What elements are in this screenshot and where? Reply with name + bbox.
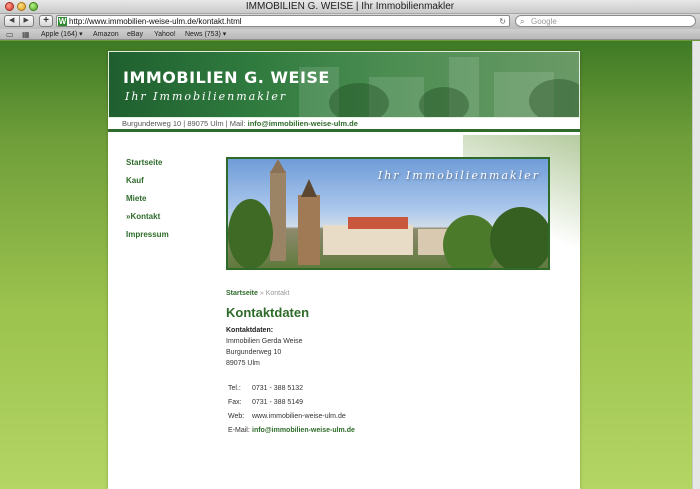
reload-icon[interactable]: ↻ <box>499 16 506 27</box>
email-link[interactable]: info@immobilien-weise-ulm.de <box>252 427 355 434</box>
contact-value: 0731 - 388 5149 <box>252 399 303 406</box>
header-banner: IMMOBILIEN G. WEISE Ihr Immobilienmakler <box>108 51 580 118</box>
add-bookmark-button[interactable]: + <box>39 15 53 27</box>
page-title: Kontaktdaten <box>226 305 310 320</box>
contact-key: E-Mail: <box>228 427 250 434</box>
contact-label: Kontaktdaten: <box>226 327 274 334</box>
contact-row-phone: Tel.: 0731 - 388 5132 <box>226 382 556 396</box>
nav-item-miete[interactable]: Miete <box>126 193 216 211</box>
house <box>323 225 413 255</box>
banner-tree <box>419 87 469 117</box>
vertical-scrollbar[interactable] <box>692 41 700 489</box>
forward-button[interactable]: ▶ <box>20 16 34 26</box>
contact-value: info@immobilien-weise-ulm.de <box>252 424 355 438</box>
page-viewport: IMMOBILIEN G. WEISE Ihr Immobilienmakler… <box>0 41 700 489</box>
contact-value: www.immobilien-weise-ulm.de <box>252 413 346 420</box>
browser-toolbar: ◀ ▶ + W http://www.immobilien-weise-ulm.… <box>0 14 700 29</box>
contact-key: Tel.: <box>228 385 241 392</box>
contact-key: Web: <box>228 413 245 420</box>
contact-table: Tel.: 0731 - 388 5132 Fax: 0731 - 388 51… <box>226 382 556 438</box>
breadcrumb-current: » Kontakt <box>259 290 290 297</box>
house-roof <box>348 217 408 229</box>
site-title: IMMOBILIEN G. WEISE <box>123 68 330 87</box>
address-line: Burgunderweg 10 <box>226 349 282 356</box>
nav-item-impressum[interactable]: Impressum <box>126 229 216 247</box>
search-placeholder[interactable]: Google <box>531 16 557 27</box>
breadcrumb-home-link[interactable]: Startseite <box>226 290 258 297</box>
back-button[interactable]: ◀ <box>5 16 20 26</box>
city-photo: Ihr Immobilienmakler <box>226 157 550 270</box>
contact-key: Fax: <box>228 399 242 406</box>
bookmark-ebay[interactable]: eBay <box>127 29 143 40</box>
window-title: IMMOBILIEN G. WEISE | Ihr Immobilienmakl… <box>245 1 455 12</box>
tree <box>490 207 548 268</box>
tree <box>228 199 273 268</box>
gate-tower <box>298 195 320 265</box>
address-line: 89075 Ulm <box>226 360 260 367</box>
url-text[interactable]: http://www.immobilien-weise-ulm.de/konta… <box>69 16 242 27</box>
nav-item-startseite[interactable]: Startseite <box>126 157 216 175</box>
nav-item-kontakt[interactable]: »Kontakt <box>126 211 216 229</box>
bookmark-news[interactable]: News (753) ▾ <box>185 29 226 40</box>
bookmark-amazon[interactable]: Amazon <box>93 29 119 40</box>
nav-item-kauf[interactable]: Kauf <box>126 175 216 193</box>
address-strip: Burgunderweg 10 | 89075 Ulm | Mail: info… <box>108 118 580 132</box>
search-icon: ⌕ <box>520 17 525 26</box>
gate-tower-roof <box>301 179 317 197</box>
main-content: Startseite » Kontakt Kontaktdaten Kontak… <box>226 290 556 438</box>
contact-row-fax: Fax: 0731 - 388 5149 <box>226 396 556 410</box>
site-tagline: Ihr Immobilienmakler <box>125 90 288 103</box>
banner-tree <box>529 79 579 117</box>
banner-tree <box>329 83 389 117</box>
address-bar[interactable]: W http://www.immobilien-weise-ulm.de/kon… <box>56 15 510 27</box>
bookmark-yahoo[interactable]: Yahoo! <box>154 29 176 40</box>
top-sites-grid-icon[interactable]: ▦ <box>22 30 30 39</box>
photo-tagline: Ihr Immobilienmakler <box>377 169 540 182</box>
bookmarks-bar: ▭ ▦ Apple (164) ▾ Amazon eBay Yahoo! New… <box>0 29 700 40</box>
contact-value: 0731 - 388 5132 <box>252 385 303 392</box>
site-container: IMMOBILIEN G. WEISE Ihr Immobilienmakler… <box>108 51 580 489</box>
cathedral-tower <box>270 171 286 261</box>
main-navigation: Startseite Kauf Miete »Kontakt Impressum <box>126 157 216 247</box>
cathedral-spire <box>270 159 286 173</box>
contact-row-web: Web: www.immobilien-weise-ulm.de <box>226 410 556 424</box>
breadcrumb: Startseite » Kontakt <box>226 290 556 305</box>
back-forward-buttons: ◀ ▶ <box>4 15 34 27</box>
search-field[interactable]: ⌕ Google <box>515 15 696 27</box>
bookmark-apple[interactable]: Apple (164) ▾ <box>41 29 83 40</box>
bookmarks-book-icon[interactable]: ▭ <box>6 30 14 39</box>
company-address: Burgunderweg 10 | 89075 Ulm | Mail: info… <box>122 119 358 128</box>
address-line: Immobilien Gerda Weise <box>226 338 303 345</box>
header-email-link[interactable]: info@immobilien-weise-ulm.de <box>248 119 358 128</box>
site-favicon-icon: W <box>58 17 67 26</box>
window-titlebar: IMMOBILIEN G. WEISE | Ihr Immobilienmakl… <box>0 0 700 14</box>
contact-row-email: E-Mail: info@immobilien-weise-ulm.de <box>226 424 556 438</box>
